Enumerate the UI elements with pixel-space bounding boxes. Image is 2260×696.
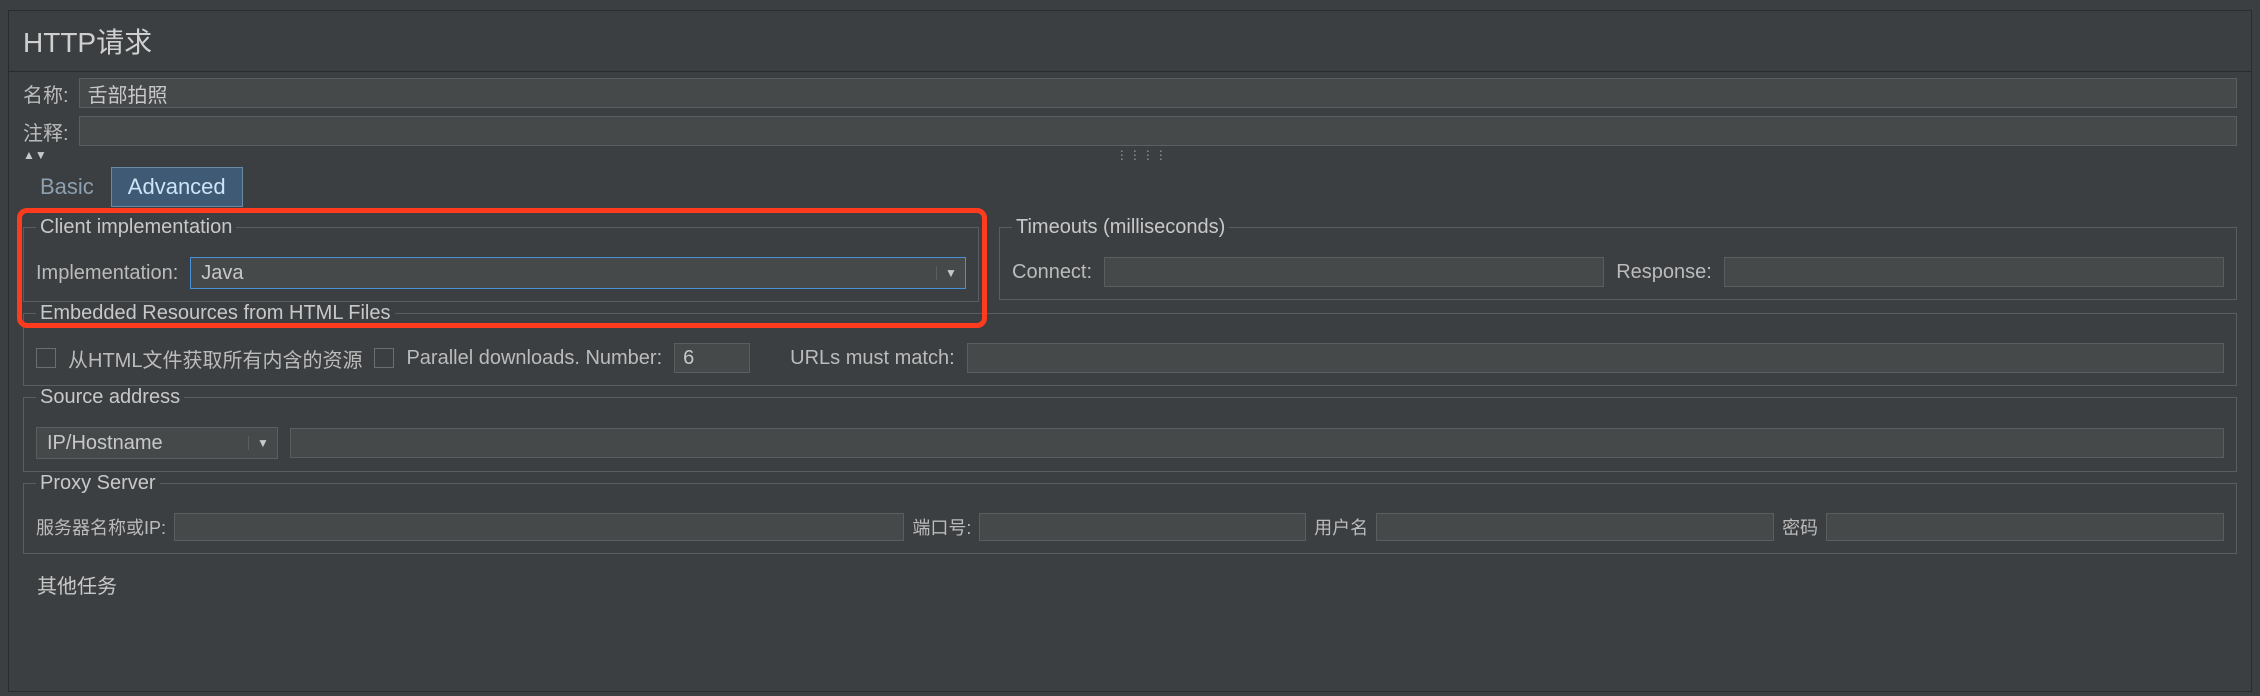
connect-label: Connect:: [1012, 261, 1092, 284]
name-input[interactable]: [79, 78, 2237, 108]
parallel-downloads-label: Parallel downloads. Number:: [406, 347, 662, 370]
response-input[interactable]: [1724, 257, 2224, 287]
comment-input[interactable]: [79, 116, 2237, 146]
group-proxy-server: Proxy Server 服务器名称或IP: 端口号: 用户名 密码: [23, 472, 2237, 554]
source-address-type-select[interactable]: IP/Hostname ▼: [36, 427, 278, 459]
proxy-pass-input[interactable]: [1826, 513, 2224, 541]
tab-basic[interactable]: Basic: [23, 167, 111, 207]
group-source-address: Source address IP/Hostname ▼: [23, 386, 2237, 472]
proxy-server-input[interactable]: [174, 513, 904, 541]
proxy-user-input[interactable]: [1376, 513, 1774, 541]
group-embedded-resources: Embedded Resources from HTML Files 从HTML…: [23, 302, 2237, 386]
panel-title: HTTP请求: [9, 11, 2251, 72]
group-timeouts: Timeouts (milliseconds) Connect: Respons…: [999, 216, 2237, 300]
proxy-port-input[interactable]: [979, 513, 1306, 541]
name-label: 名称:: [23, 79, 69, 108]
implementation-label: Implementation:: [36, 262, 178, 285]
proxy-server-label: 服务器名称或IP:: [36, 514, 166, 540]
response-label: Response:: [1616, 261, 1712, 284]
urls-must-match-input[interactable]: [967, 343, 2224, 373]
tab-bar: Basic Advanced: [9, 162, 2251, 206]
group-embedded-resources-legend: Embedded Resources from HTML Files: [36, 302, 395, 325]
parallel-downloads-checkbox[interactable]: [374, 348, 394, 368]
group-timeouts-legend: Timeouts (milliseconds): [1012, 216, 1229, 239]
proxy-port-label: 端口号:: [912, 514, 971, 540]
source-address-input[interactable]: [290, 428, 2224, 458]
group-source-address-legend: Source address: [36, 386, 184, 409]
connect-input[interactable]: [1104, 257, 1604, 287]
group-proxy-server-legend: Proxy Server: [36, 472, 160, 495]
implementation-select[interactable]: Java ▼: [190, 257, 966, 289]
chevron-down-icon: [35, 148, 47, 162]
retrieve-resources-label: 从HTML文件获取所有内含的资源: [68, 344, 362, 373]
parallel-downloads-number-input[interactable]: [674, 343, 750, 373]
resize-grip-icon[interactable]: ⋮⋮⋮⋮: [47, 148, 2237, 162]
retrieve-resources-checkbox[interactable]: [36, 348, 56, 368]
tab-advanced[interactable]: Advanced: [111, 167, 243, 207]
comment-label: 注释:: [23, 117, 69, 146]
urls-must-match-label: URLs must match:: [790, 347, 954, 370]
implementation-select-value: Java: [191, 262, 936, 285]
chevron-up-icon: [23, 148, 35, 162]
expand-collapse-bar: ⋮⋮⋮⋮: [9, 148, 2251, 162]
chevron-down-icon: ▼: [248, 436, 277, 450]
other-tasks-legend: 其他任务: [23, 564, 2237, 599]
group-client-implementation: Client implementation Implementation: Ja…: [23, 216, 979, 302]
proxy-user-label: 用户名: [1314, 514, 1368, 540]
source-address-type-value: IP/Hostname: [37, 432, 248, 455]
comment-row: 注释:: [9, 114, 2251, 148]
proxy-pass-label: 密码: [1782, 514, 1818, 540]
name-row: 名称:: [9, 72, 2251, 114]
expand-collapse-toggle[interactable]: [23, 148, 47, 162]
chevron-down-icon: ▼: [936, 266, 965, 280]
group-client-implementation-legend: Client implementation: [36, 216, 236, 239]
http-request-panel: HTTP请求 名称: 注释: ⋮⋮⋮⋮ Basic Advanced Clien…: [8, 10, 2252, 692]
